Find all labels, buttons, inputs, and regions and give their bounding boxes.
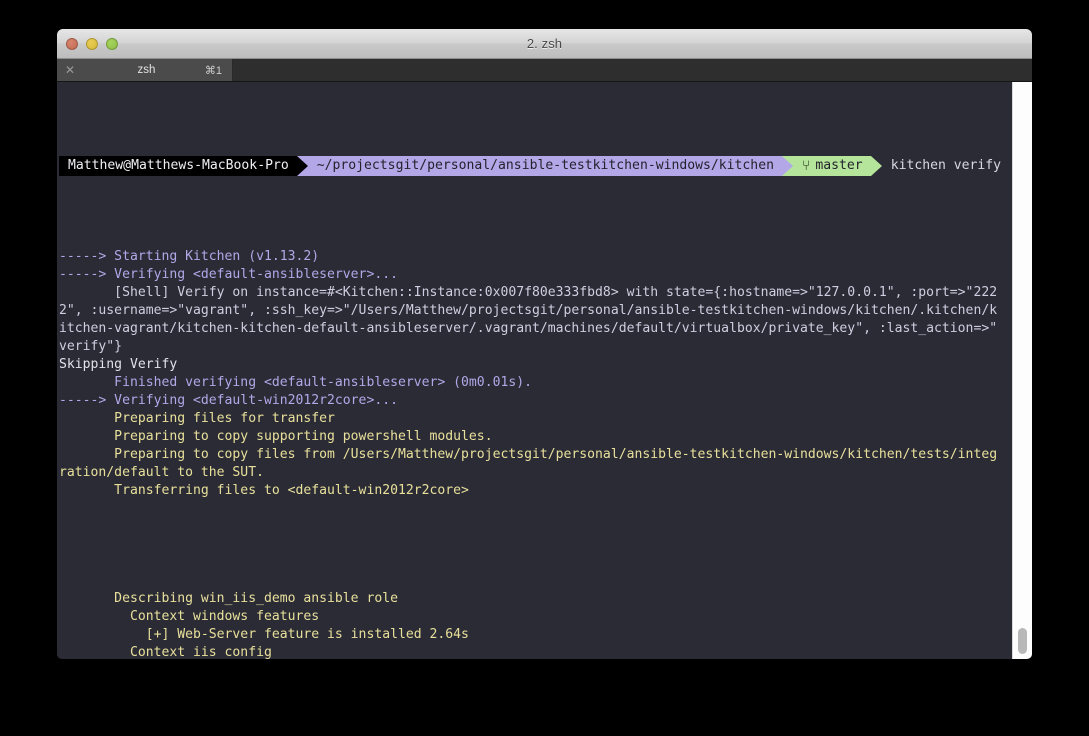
close-icon[interactable]: ✕ [65, 64, 75, 76]
prompt-host-segment: Matthew@Matthews-MacBook-Pro [59, 156, 297, 176]
terminal-output-line: -----> Verifying <default-win2012r2core>… [59, 392, 1013, 410]
tab-bar: ✕ zsh ⌘1 [57, 59, 1032, 82]
terminal-window: 2. zsh ✕ zsh ⌘1 Matthew@Matthews-MacBook… [57, 29, 1032, 659]
tab-zsh[interactable]: ✕ zsh ⌘1 [57, 59, 233, 81]
maximize-window-button[interactable] [106, 38, 118, 50]
tab-shortcut-label: ⌘1 [205, 64, 222, 77]
terminal-output-line: Context windows features [59, 608, 1013, 626]
window-title: 2. zsh [57, 36, 1032, 51]
close-window-button[interactable] [66, 38, 78, 50]
terminal-output-line [59, 518, 1013, 536]
git-branch-icon: ⑂ [802, 156, 810, 176]
prompt-path-segment: ~/projectsgit/personal/ansible-testkitch… [308, 156, 782, 176]
terminal-output-line: -----> Starting Kitchen (v1.13.2) [59, 248, 1013, 266]
terminal-output-line: itchen-vagrant/kitchen-kitchen-default-a… [59, 320, 1013, 338]
terminal-output-line: Preparing to copy supporting powershell … [59, 428, 1013, 446]
vertical-scrollbar[interactable] [1012, 82, 1032, 659]
terminal-output-line: Describing win_iis_demo ansible role [59, 590, 1013, 608]
terminal-output-line: ration/default to the SUT. [59, 464, 1013, 482]
terminal-output-line: -----> Verifying <default-ansibleserver>… [59, 266, 1013, 284]
title-bar[interactable]: 2. zsh [57, 29, 1032, 59]
terminal-output-line: verify"} [59, 338, 1013, 356]
terminal-screen[interactable]: Matthew@Matthews-MacBook-Pro ~/projectsg… [57, 82, 1013, 659]
terminal-body[interactable]: Matthew@Matthews-MacBook-Pro ~/projectsg… [57, 82, 1032, 659]
prompt-git-segment: ⑂master [793, 156, 871, 176]
terminal-output-line: [+] Web-Server feature is installed 2.64… [59, 626, 1013, 644]
terminal-output-line [59, 554, 1013, 572]
traffic-light-group [66, 29, 118, 58]
terminal-output-line: 2", :username=>"vagrant", :ssh_key=>"/Us… [59, 302, 1013, 320]
terminal-output-line: Preparing to copy files from /Users/Matt… [59, 446, 1013, 464]
prompt-separator-icon [782, 156, 793, 176]
terminal-output-line: Skipping Verify [59, 356, 1013, 374]
prompt-separator-icon [871, 156, 882, 176]
terminal-output-line [59, 572, 1013, 590]
terminal-output-line: Context iis config [59, 644, 1013, 659]
terminal-output-line: Finished verifying <default-ansibleserve… [59, 374, 1013, 392]
terminal-output-line: [Shell] Verify on instance=#<Kitchen::In… [59, 284, 1013, 302]
terminal-output-line: Transferring files to <default-win2012r2… [59, 482, 1013, 500]
prompt-separator-icon [297, 156, 308, 176]
prompt-line-top: Matthew@Matthews-MacBook-Pro ~/projectsg… [59, 156, 1013, 176]
command-text: kitchen verify [882, 156, 1001, 176]
minimize-window-button[interactable] [86, 38, 98, 50]
scrollbar-thumb[interactable] [1018, 628, 1027, 654]
terminal-output-line: Preparing files for transfer [59, 410, 1013, 428]
git-branch-label: master [815, 156, 862, 176]
terminal-output-line [59, 536, 1013, 554]
terminal-output: -----> Starting Kitchen (v1.13.2)-----> … [59, 248, 1013, 659]
terminal-output-line [59, 500, 1013, 518]
